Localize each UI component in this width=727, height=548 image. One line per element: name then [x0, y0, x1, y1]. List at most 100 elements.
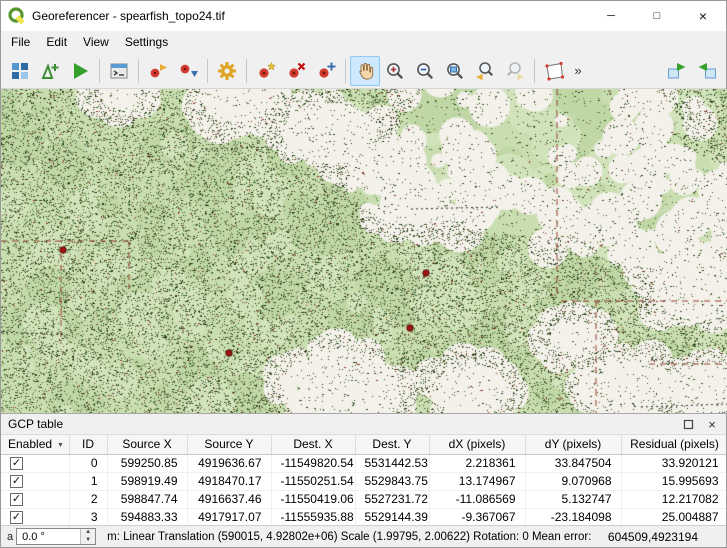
gcp-dest-x-cell: -11550419.06	[271, 490, 355, 508]
generate-gdal-script-icon	[108, 60, 130, 82]
gcp-dx-cell: -9.367067	[429, 508, 525, 525]
minimize-button[interactable]: ─	[588, 1, 634, 31]
gcp-dx-cell: 2.218361	[429, 454, 525, 472]
gcp-id-cell: 3	[69, 508, 107, 525]
maximize-button[interactable]: □	[634, 1, 680, 31]
link-qgis-to-georeferencer-button[interactable]	[692, 56, 722, 86]
transform-preview-button[interactable]	[539, 56, 569, 86]
open-vector-button[interactable]	[35, 56, 65, 86]
undock-icon	[683, 419, 694, 430]
gcp-dx-cell: 13.174967	[429, 472, 525, 490]
gcp-dy-cell: -23.184098	[525, 508, 621, 525]
gcp-source-x-cell: 594883.33	[107, 508, 187, 525]
toolbar-separator	[99, 59, 100, 83]
transformation-settings-icon	[216, 60, 238, 82]
checkbox-icon[interactable]: ✓	[10, 493, 23, 506]
zoom-to-layer-button[interactable]	[440, 56, 470, 86]
column-header-source-y[interactable]: Source Y	[187, 435, 271, 454]
move-gcp-point-button[interactable]	[311, 56, 341, 86]
open-vector-icon	[39, 60, 61, 82]
gcp-residual-cell: 15.995693	[621, 472, 726, 490]
gcp-enabled-cell: ✓	[1, 472, 69, 490]
column-header-residual[interactable]: Residual (pixels)	[621, 435, 726, 454]
delete-point-button[interactable]	[281, 56, 311, 86]
gcp-enabled-cell: ✓	[1, 508, 69, 525]
link-georeferencer-to-qgis-button[interactable]	[662, 56, 692, 86]
gcp-residual-cell: 12.217082	[621, 490, 726, 508]
zoom-out-button[interactable]	[410, 56, 440, 86]
gcp-dest-x-cell: -11549820.54	[271, 454, 355, 472]
table-row[interactable]: ✓ 3 594883.33 4917917.07 -11555935.88 55…	[1, 508, 726, 525]
toolbar-right-group	[662, 56, 722, 86]
spin-up-icon[interactable]: ▲	[81, 529, 95, 537]
table-header-row: Enabled▼ ID Source X Source Y Dest. X De…	[1, 435, 726, 454]
zoom-last-button[interactable]	[470, 56, 500, 86]
rotation-spinbox[interactable]: 0.0 ° ▲ ▼	[16, 528, 96, 545]
zoom-next-icon	[504, 60, 526, 82]
title-bar: Georeferencer - spearfish_topo24.tif ─ □…	[1, 1, 726, 31]
table-row[interactable]: ✓ 2 598847.74 4916637.46 -11550419.06 55…	[1, 490, 726, 508]
zoom-in-button[interactable]	[380, 56, 410, 86]
column-header-dest-x[interactable]: Dest. X	[271, 435, 355, 454]
gcp-source-y-cell: 4918470.17	[187, 472, 271, 490]
toolbar-separator	[246, 59, 247, 83]
load-gcp-points-button[interactable]	[143, 56, 173, 86]
rotation-value[interactable]: 0.0 °	[17, 529, 80, 544]
close-panel-button[interactable]: ×	[705, 417, 719, 431]
toolbar-separator	[534, 59, 535, 83]
menu-settings[interactable]: Settings	[117, 32, 176, 52]
gcp-dx-cell: -11.086569	[429, 490, 525, 508]
open-raster-button[interactable]	[5, 56, 35, 86]
column-header-dy[interactable]: dY (pixels)	[525, 435, 621, 454]
gcp-dest-y-cell: 5529144.39	[355, 508, 429, 525]
start-georeferencing-button[interactable]	[65, 56, 95, 86]
gcp-id-cell: 0	[69, 454, 107, 472]
column-header-id[interactable]: ID	[69, 435, 107, 454]
column-header-dx[interactable]: dX (pixels)	[429, 435, 525, 454]
gcp-source-x-cell: 598919.49	[107, 472, 187, 490]
load-gcp-points-icon	[147, 60, 169, 82]
gcp-dest-y-cell: 5531442.53	[355, 454, 429, 472]
generate-gdal-script-button[interactable]	[104, 56, 134, 86]
gcp-dest-x-cell: -11550251.54	[271, 472, 355, 490]
menu-edit[interactable]: Edit	[38, 32, 75, 52]
qgis-logo-icon	[8, 7, 26, 25]
save-gcp-points-icon	[177, 60, 199, 82]
transformation-settings-button[interactable]	[212, 56, 242, 86]
column-header-source-x[interactable]: Source X	[107, 435, 187, 454]
toolbar-overflow-button[interactable]: »	[569, 56, 587, 86]
pan-hand-icon	[354, 60, 376, 82]
checkbox-icon[interactable]: ✓	[10, 457, 23, 470]
table-row[interactable]: ✓ 0 599250.85 4919636.67 -11549820.54 55…	[1, 454, 726, 472]
map-canvas[interactable]	[1, 89, 727, 413]
window-controls: ─ □ ×	[588, 1, 726, 31]
start-georeferencing-icon	[69, 60, 91, 82]
pan-button[interactable]	[350, 56, 380, 86]
gcp-source-y-cell: 4917917.07	[187, 508, 271, 525]
transform-preview-icon	[543, 60, 565, 82]
add-point-button[interactable]	[251, 56, 281, 86]
gcp-panel-title: GCP table	[8, 417, 63, 431]
column-header-enabled[interactable]: Enabled▼	[1, 435, 69, 454]
zoom-next-button[interactable]	[500, 56, 530, 86]
gcp-dest-x-cell: -11555935.88	[271, 508, 355, 525]
gcp-dy-cell: 5.132747	[525, 490, 621, 508]
table-row[interactable]: ✓ 1 598919.49 4918470.17 -11550251.54 55…	[1, 472, 726, 490]
gcp-table-panel: GCP table × Enabled▼ ID Source X Source …	[1, 413, 726, 525]
zoom-out-icon	[414, 60, 436, 82]
coordinate-display: 604509,4923194	[608, 530, 698, 544]
map-area	[1, 89, 726, 413]
menu-file[interactable]: File	[3, 32, 38, 52]
toolbar-separator	[207, 59, 208, 83]
checkbox-icon[interactable]: ✓	[10, 511, 23, 524]
close-button[interactable]: ×	[680, 1, 726, 31]
column-header-dest-y[interactable]: Dest. Y	[355, 435, 429, 454]
checkbox-icon[interactable]: ✓	[10, 475, 23, 488]
menu-view[interactable]: View	[75, 32, 117, 52]
link-qgis-to-georeferencer-icon	[696, 60, 718, 82]
toolbar-separator	[138, 59, 139, 83]
spin-down-icon[interactable]: ▼	[81, 537, 95, 545]
save-gcp-points-button[interactable]	[173, 56, 203, 86]
undock-panel-button[interactable]	[681, 417, 695, 431]
gcp-dy-cell: 9.070968	[525, 472, 621, 490]
